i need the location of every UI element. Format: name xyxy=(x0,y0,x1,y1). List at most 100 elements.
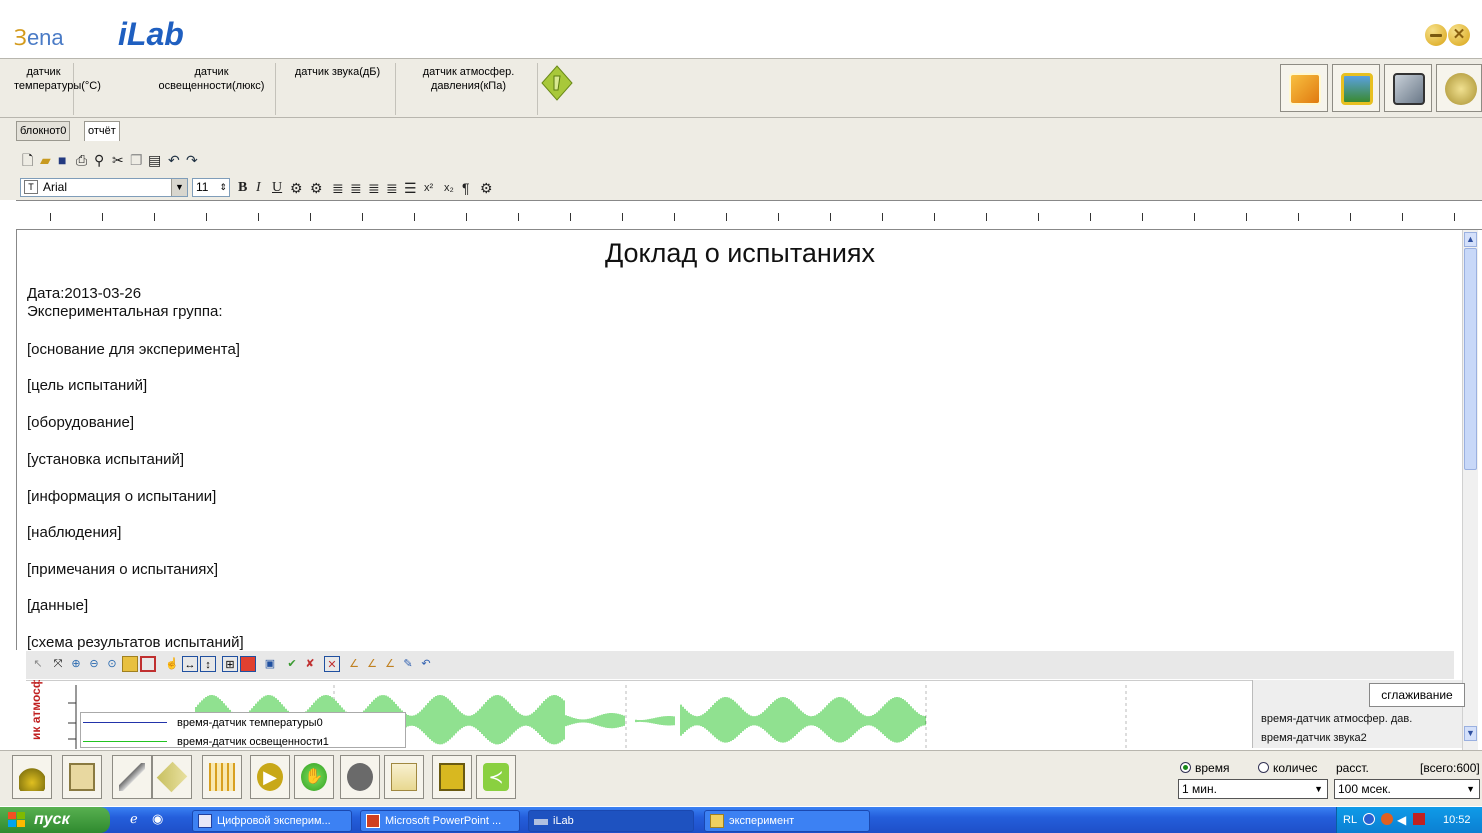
sensor-pressure[interactable]: датчик атмосфер. давления(кПа) xyxy=(400,63,538,115)
print-icon[interactable]: ⎙ xyxy=(76,152,87,168)
subscript-icon[interactable]: x₂ xyxy=(444,180,454,196)
ruler-tick xyxy=(414,213,415,221)
bullet-list-icon[interactable]: ☰ xyxy=(404,180,417,196)
task-digital-experiment[interactable]: Цифровой эксперим... xyxy=(192,810,352,832)
duration-select[interactable]: 1 мин. ▼ xyxy=(1178,779,1328,799)
save-data-button[interactable] xyxy=(432,755,472,799)
tool-exit-button[interactable] xyxy=(1436,64,1482,112)
task-powerpoint[interactable]: Microsoft PowerPoint ... xyxy=(360,810,520,832)
tray-arrow-icon[interactable] xyxy=(1363,813,1375,825)
grid-table-button[interactable] xyxy=(202,755,242,799)
align-left-icon[interactable]: ≣ xyxy=(332,180,344,196)
flask-button[interactable] xyxy=(12,755,52,799)
duration-value: 1 мин. xyxy=(1182,782,1217,796)
paste-icon[interactable]: ▤ xyxy=(148,152,161,168)
highlight-icon[interactable]: ⚙ xyxy=(310,180,323,196)
radio-time[interactable]: время xyxy=(1180,761,1229,775)
draw-angle-icon[interactable]: ∠ xyxy=(364,656,380,672)
tool-device-button[interactable] xyxy=(1384,64,1432,112)
find-icon[interactable]: ⚲ xyxy=(94,152,104,168)
fit-icon[interactable]: ⤧ xyxy=(50,656,66,672)
draw-multi-icon[interactable]: ∠ xyxy=(382,656,398,672)
insert-object-icon[interactable]: ⚙ xyxy=(480,180,493,196)
hand-icon[interactable]: ☝ xyxy=(164,656,180,672)
save-graph-icon[interactable]: ▣ xyxy=(262,656,278,672)
tray-antivirus-icon[interactable] xyxy=(1413,813,1425,825)
edit-icon[interactable]: ✎ xyxy=(400,656,416,672)
scrollbar-thumb[interactable] xyxy=(1464,248,1477,470)
scroll-up-icon[interactable]: ▲ xyxy=(1464,232,1477,247)
paragraph-icon[interactable]: ¶ xyxy=(462,180,470,196)
ie-icon[interactable]: ℯ xyxy=(130,811,138,827)
layers-button[interactable] xyxy=(152,755,192,799)
side-legend-item[interactable]: время-датчик атмосфер. дав. xyxy=(1261,713,1412,725)
pause-button[interactable]: ✋ xyxy=(294,755,334,799)
sensor-sound[interactable]: датчик звука(дБ) xyxy=(280,63,396,115)
draw-line-icon[interactable]: ∠ xyxy=(346,656,362,672)
graph-undo-icon[interactable]: ↶ xyxy=(418,656,434,672)
chevron-down-icon[interactable]: ▼ xyxy=(1314,780,1323,798)
justify-icon[interactable]: ≣ xyxy=(386,180,398,196)
measure-v-icon[interactable]: ↕ xyxy=(200,656,216,672)
underline-icon[interactable]: U xyxy=(272,180,282,196)
sensor-temperature[interactable]: датчик температуры(°С) xyxy=(14,63,101,115)
notes-button[interactable] xyxy=(384,755,424,799)
task-experiment-folder[interactable]: эксперимент xyxy=(704,810,870,832)
table-icon[interactable] xyxy=(140,656,156,672)
scroll-down-icon[interactable]: ▼ xyxy=(1464,726,1477,741)
document-scrollbar[interactable]: ▲ ▼ xyxy=(1462,230,1478,750)
quick-launch-icon[interactable]: ◉ xyxy=(152,811,163,827)
zoom-out-icon[interactable]: ⊖ xyxy=(86,656,102,672)
font-size-stepper[interactable]: 11 ⇕ xyxy=(192,178,230,197)
spellcheck-remove-icon[interactable]: ✘ xyxy=(302,656,318,672)
language-indicator[interactable]: RL xyxy=(1343,807,1357,833)
undo-icon[interactable]: ↶ xyxy=(168,152,180,168)
play-button[interactable]: ▶ xyxy=(250,755,290,799)
sensor-light[interactable]: датчик освещенности(люкс) xyxy=(148,63,276,115)
interval-select[interactable]: 100 мсек. ▼ xyxy=(1334,779,1480,799)
volume-icon[interactable]: ◀ xyxy=(1397,807,1406,833)
chevron-down-icon[interactable]: ▼ xyxy=(171,179,187,196)
close-button[interactable]: ✕ xyxy=(1448,24,1470,46)
tool-picture-button[interactable] xyxy=(1332,64,1380,112)
smoothing-button[interactable]: сглаживание xyxy=(1369,683,1465,707)
zoom-reset-icon[interactable]: ⊙ xyxy=(104,656,120,672)
save-icon[interactable]: ■ xyxy=(58,152,66,168)
superscript-icon[interactable]: x² xyxy=(424,180,433,196)
text-color-icon[interactable]: ⚙ xyxy=(290,180,303,196)
open-folder-icon[interactable]: ▰ xyxy=(40,152,51,168)
minimize-button[interactable] xyxy=(1425,24,1447,46)
stop-button[interactable] xyxy=(340,755,380,799)
align-center-icon[interactable]: ≣ xyxy=(350,180,362,196)
redo-icon[interactable]: ↷ xyxy=(186,152,198,168)
italic-icon[interactable]: I xyxy=(256,180,261,196)
share-button[interactable]: ≺ xyxy=(476,755,516,799)
tab-notebook[interactable]: блокнот0 xyxy=(16,121,71,141)
font-family-select[interactable]: T Arial ▼ xyxy=(20,178,188,197)
tray-app-icon[interactable] xyxy=(1381,813,1393,825)
spellcheck-icon[interactable]: ✔ xyxy=(284,656,300,672)
add-calendar-button[interactable] xyxy=(62,755,102,799)
stepper-arrows-icon[interactable]: ⇕ xyxy=(219,179,227,196)
task-ilab[interactable]: iLab xyxy=(528,810,694,832)
cut-icon[interactable]: ✂ xyxy=(112,152,124,168)
measure-h-icon[interactable]: ↔ xyxy=(182,656,198,672)
side-legend-item[interactable]: время-датчик звука2 xyxy=(1261,732,1367,744)
bold-icon[interactable]: B xyxy=(238,180,247,196)
zoom-in-icon[interactable]: ⊕ xyxy=(68,656,84,672)
tool-frame-button[interactable] xyxy=(1280,64,1328,112)
chevron-down-icon[interactable]: ▼ xyxy=(1466,780,1475,798)
grid-icon[interactable] xyxy=(122,656,138,672)
delete-icon[interactable]: ✕ xyxy=(324,656,340,672)
usb-icon[interactable] xyxy=(540,64,574,102)
pointer-icon[interactable]: ↖ xyxy=(30,656,46,672)
split-icon[interactable]: ⊞ xyxy=(222,656,238,672)
tab-report[interactable]: отчёт xyxy=(84,121,120,141)
copy-icon[interactable]: ❐ xyxy=(130,152,143,168)
color-icon[interactable] xyxy=(240,656,256,672)
report-document[interactable]: Доклад о испытаниях Дата:2013-03-26 Эксп… xyxy=(16,230,1462,651)
align-right-icon[interactable]: ≣ xyxy=(368,180,380,196)
probe-button[interactable] xyxy=(112,755,152,799)
new-file-icon[interactable]: 🗋 xyxy=(22,152,33,168)
radio-count[interactable]: количес xyxy=(1258,761,1317,775)
